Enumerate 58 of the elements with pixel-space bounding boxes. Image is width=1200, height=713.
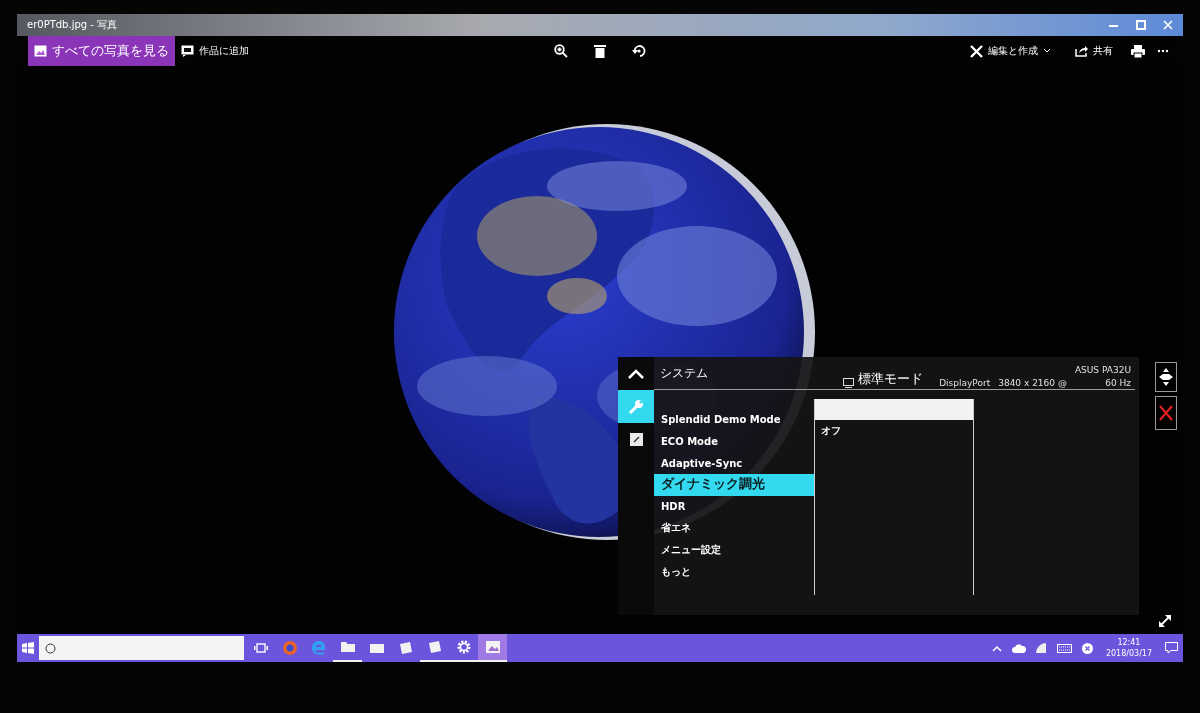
menu-item[interactable]: ECO Mode: [654, 430, 814, 453]
keyboard-icon[interactable]: [1056, 643, 1072, 653]
clock-date[interactable]: 2018/03/17: [1105, 648, 1152, 659]
photo-icon: [34, 45, 47, 57]
photo-icon: [484, 639, 501, 655]
cross-tools-icon: [970, 44, 983, 58]
fullscreen-icon[interactable]: [1158, 614, 1172, 628]
option-item[interactable]: オフ: [815, 420, 973, 441]
share-icon: [1075, 45, 1088, 57]
browser-e-icon: [310, 640, 327, 656]
wrench-icon: [628, 398, 644, 415]
taskbar-app[interactable]: [478, 634, 507, 662]
folder-icon: [339, 639, 356, 655]
more-icon[interactable]: [1157, 49, 1169, 53]
close-icon[interactable]: [1155, 396, 1177, 430]
close-circle-icon[interactable]: [1081, 642, 1093, 654]
rotate-icon[interactable]: [632, 44, 646, 58]
task-view-icon: [252, 640, 269, 656]
toolbar-button[interactable]: 作品に追加: [175, 36, 255, 66]
edit-create-button[interactable]: 編集と作成: [964, 36, 1057, 66]
window-title: er0PTdb.jpg - 写真: [27, 18, 118, 32]
browser-icon: [281, 640, 298, 656]
menu-item[interactable]: HDR: [654, 495, 814, 518]
menu-item[interactable]: 省エネ: [654, 517, 814, 540]
resolution-label: 3840 x 2160 @: [998, 377, 1067, 388]
move-icon[interactable]: [1155, 362, 1177, 392]
cloud-icon[interactable]: [1011, 643, 1026, 653]
menu-item[interactable]: Splendid Demo Mode: [654, 409, 814, 431]
model-label: ASUS PA32U: [1074, 364, 1131, 375]
refresh-label: 60 Hz: [1105, 377, 1131, 388]
monitor-icon: [843, 377, 855, 388]
delete-icon[interactable]: [594, 44, 606, 58]
windows-start-icon[interactable]: [22, 642, 34, 654]
chevron-up-icon: [628, 368, 644, 379]
comment-icon: [181, 45, 194, 57]
print-icon[interactable]: [1131, 44, 1145, 58]
zoom-in-icon[interactable]: [554, 44, 568, 58]
notification-icon[interactable]: [1165, 642, 1178, 654]
search-field[interactable]: [39, 636, 244, 660]
mode-label: 標準モード: [858, 370, 924, 388]
menu-item[interactable]: ダイナミック調光: [654, 474, 814, 496]
restore-icon[interactable]: [1136, 20, 1146, 30]
menu-item[interactable]: Adaptive-Sync: [654, 452, 814, 475]
signal-icon[interactable]: [1035, 643, 1047, 653]
search-icon: [45, 642, 56, 654]
share-button[interactable]: 共有: [1069, 36, 1119, 66]
clock-time[interactable]: 12:41: [1117, 637, 1141, 648]
app-icon: [426, 639, 443, 655]
menu-title: システム: [659, 364, 708, 382]
menu-item[interactable]: もっと: [654, 560, 814, 583]
chevron-up-icon[interactable]: [991, 644, 1002, 652]
toolbar-button[interactable]: すべての写真を見る: [28, 36, 175, 66]
image-icon: [629, 433, 643, 446]
settings-icon: [455, 639, 472, 655]
input-label: DisplayPort: [939, 377, 991, 388]
caret-icon: [1043, 48, 1051, 54]
app-icon: [397, 640, 414, 656]
menu-item[interactable]: メニュー設定: [654, 539, 814, 561]
